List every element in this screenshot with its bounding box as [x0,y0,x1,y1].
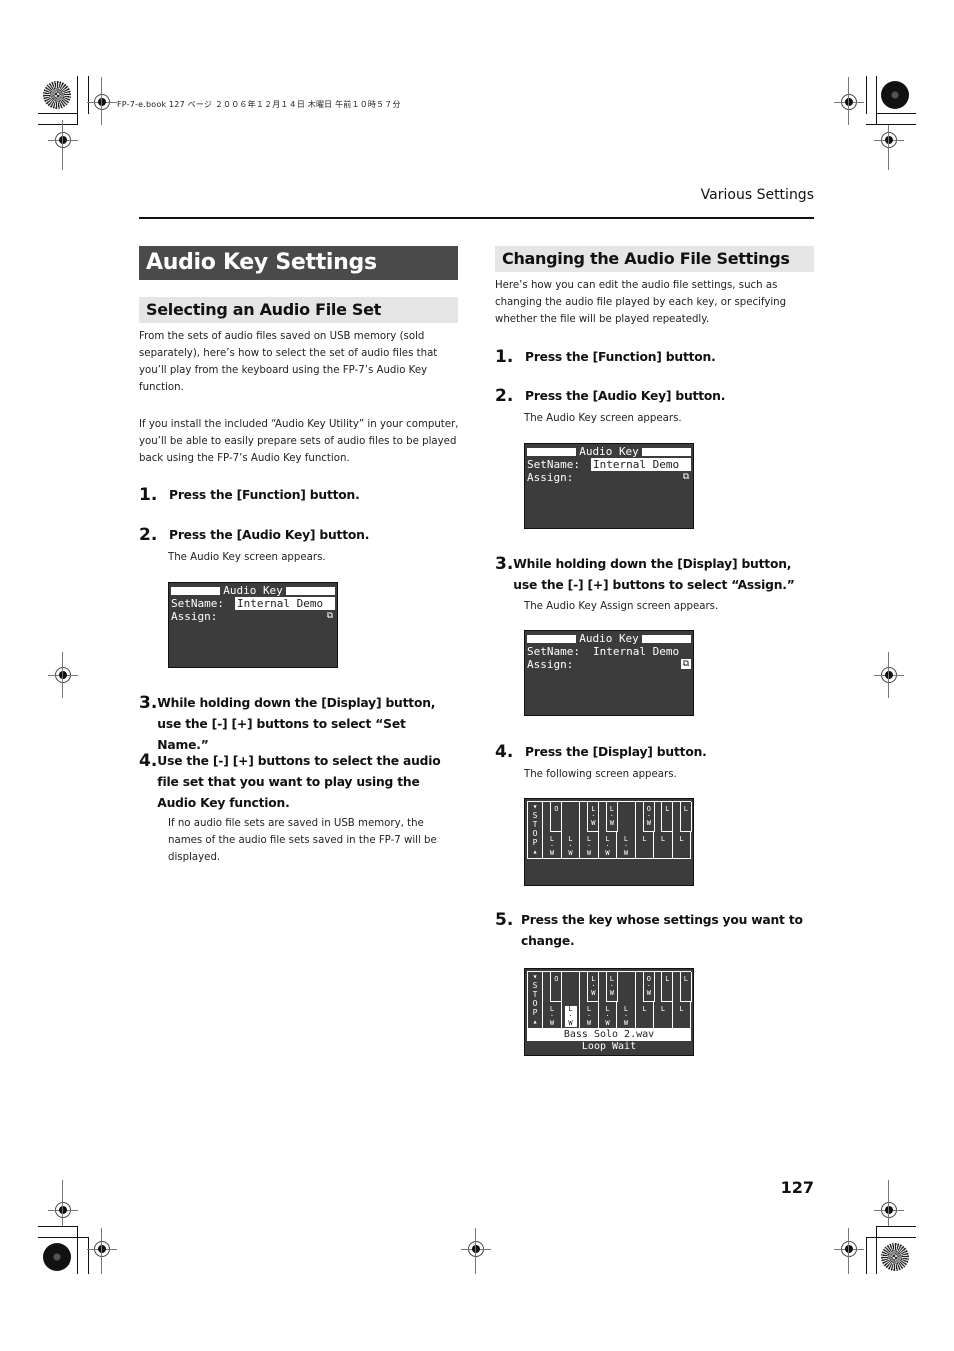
step-5: 5. Press the key whose settings you want… [495,910,803,948]
crosshair-icon [834,1241,864,1257]
step-note: The Audio Key screen appears. [524,413,682,424]
section-heading-change: Changing the Audio File Settings [495,246,814,272]
step-1: 1. Press the [Function] button. [495,347,716,367]
header-divider [139,217,814,219]
step-4: 4. Press the [Display] button. [495,742,707,762]
assign-icon: ⧉ [326,611,334,621]
key-selected-screen: ▾ S T O P ▴ L · W L · W L · W L · W L · W L L L O L · W L · W O · W L L Bass… [524,968,694,1056]
black-key-label: L · W [609,975,614,997]
white-key-label: L [679,1005,684,1013]
crosshair-icon [48,132,78,148]
audio-key-assign-screen: Audio Key SetName: Internal Demo Assign: ⧉ [524,630,694,716]
file-name: Bass Solo 2.wav [527,1029,691,1041]
black-key-label: L [665,805,670,813]
audio-key-screen: Audio Key SetName: Internal Demo Assign: ⧉ [168,582,338,668]
white-key-label: L · W [549,1005,555,1027]
white-key-label: L [660,835,666,843]
play-mode: Loop Wait [581,1041,637,1052]
white-key-label: L · W [605,1005,610,1027]
crosshair-icon [461,1241,491,1257]
running-head: Various Settings [700,187,814,203]
step-3: 3. While holding down the [Display] butt… [495,554,795,592]
print-header: FP-7-e.book 127 ページ ２００６年１２月１４日 木曜日 午前１０… [117,100,401,109]
step-note: The Audio Key Assign screen appears. [524,601,719,612]
black-key-label: L [683,805,688,813]
crosshair-icon [874,132,904,148]
setname-value: Internal Demo [593,645,680,658]
intro-paragraph: Here’s how you can edit the audio file s… [495,280,787,325]
assign-icon: ⧉ [682,472,690,482]
black-key-label: L · W [591,975,596,997]
white-key-label: L · W [623,1005,629,1027]
registration-disc-icon [881,81,909,109]
step-2: 2. Press the [Audio Key] button. [495,386,726,406]
stop-label: ▾ S T O P ▴ [532,972,538,1026]
registration-disc-icon [43,81,71,109]
audio-key-screen: Audio Key SetName: Internal Demo Assign: ⧉ [524,443,694,529]
white-key-label: L [642,835,647,843]
page-title: Audio Key Settings [139,246,458,280]
black-key-label: L [683,975,688,983]
white-key-label: L · W [549,835,555,857]
crosshair-icon [874,667,904,683]
white-key-label: L · W [586,1005,592,1027]
step-note: The Audio Key screen appears. [168,552,326,563]
step-note: The following screen appears. [524,769,677,780]
setname-value: Internal Demo [591,458,691,471]
keyboard-display: ▾ S T O P ▴ L · W L · W L · W L · W L · W L L L O L · W L · W O · W L L [527,801,692,859]
black-key-label: L · W [609,805,614,827]
crosshair-icon [874,1202,904,1218]
step-3: 3. While holding down the [Display] butt… [139,693,436,752]
step-1: 1. Press the [Function] button. [139,485,360,505]
page-number: 127 [780,1178,814,1197]
crosshair-icon [87,1241,117,1257]
white-key-label: L [679,835,684,843]
crosshair-icon [87,94,117,110]
white-key-label: L [642,1005,647,1013]
crosshair-icon [48,1202,78,1218]
registration-disc-icon [43,1243,71,1271]
black-key-label: L [665,975,670,983]
step-note: If no audio file sets are saved in USB m… [168,818,437,863]
black-key-label: L · W [591,805,596,827]
white-key-label: L · W [605,835,610,857]
step-4: 4. Use the [-] [+] buttons to select the… [139,751,441,810]
intro-paragraph: From the sets of audio files saved on US… [139,331,438,393]
black-key-label: O [554,975,559,983]
registration-disc-icon [881,1243,909,1271]
setname-value: Internal Demo [235,597,335,610]
white-key-label: L · W [623,835,629,857]
keyboard-display: ▾ S T O P ▴ L · W L · W L · W L · W L · W L L L O L · W L · W O · W L L [527,971,692,1029]
white-key-label: L · W [586,835,592,857]
black-key-label: O · W [646,805,651,827]
crosshair-icon [834,94,864,110]
assign-icon: ⧉ [681,659,691,669]
stop-label: ▾ S T O P ▴ [532,802,538,856]
crosshair-icon [48,667,78,683]
key-assign-screen: ▾ S T O P ▴ L · W L · W L · W L · W L · W L L L O L · W L · W O · W L L [524,798,694,886]
white-key-label: L · W [564,1006,577,1027]
white-key-label: L [660,1005,666,1013]
step-2: 2. Press the [Audio Key] button. [139,525,370,545]
black-key-label: O [554,805,559,813]
white-key-label: L · W [568,835,573,857]
black-key-label: O · W [646,975,651,997]
section-heading-select: Selecting an Audio File Set [139,297,458,323]
utility-paragraph: If you install the included “Audio Key U… [139,419,459,464]
